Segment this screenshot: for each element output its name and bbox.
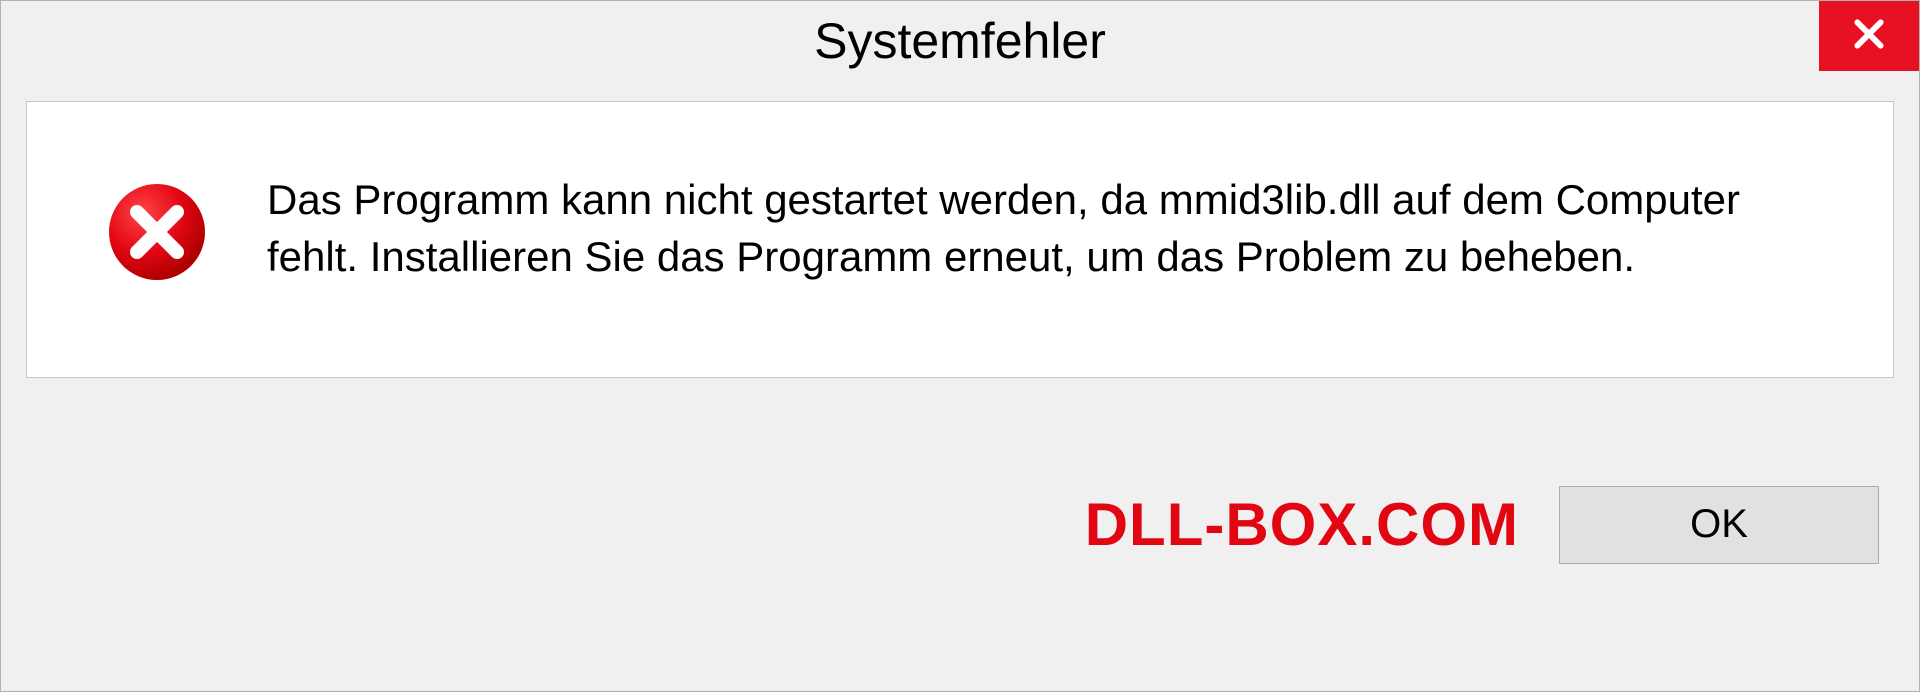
- dialog-footer: DLL-BOX.COM OK: [1, 378, 1919, 691]
- titlebar: Systemfehler: [1, 1, 1919, 81]
- error-message: Das Programm kann nicht gestartet werden…: [267, 172, 1833, 285]
- watermark-text: DLL-BOX.COM: [1085, 490, 1519, 559]
- close-icon: [1849, 14, 1889, 59]
- error-icon-wrapper: [107, 172, 207, 287]
- dialog-title: Systemfehler: [814, 12, 1106, 70]
- close-button[interactable]: [1819, 1, 1919, 71]
- error-dialog: Systemfehler: [0, 0, 1920, 692]
- ok-button[interactable]: OK: [1559, 486, 1879, 564]
- content-area: Das Programm kann nicht gestartet werden…: [26, 101, 1894, 378]
- error-icon: [107, 182, 207, 287]
